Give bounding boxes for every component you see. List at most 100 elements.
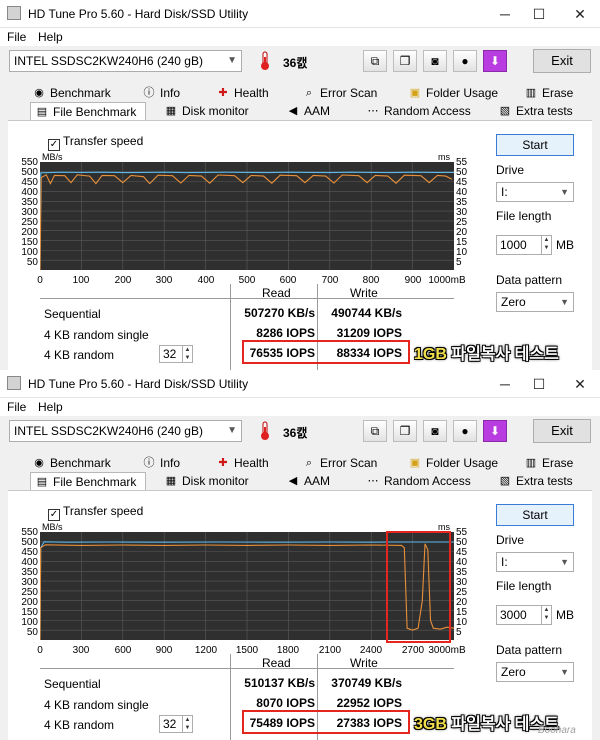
copy-all-icon[interactable]: ❐ [393, 50, 417, 72]
queue-depth-value: 32 [163, 717, 177, 731]
temperature-readout: 36캜 [283, 56, 308, 70]
tab-info[interactable]: ⓘ Info [138, 454, 181, 472]
window-3gb-test: HD Tune Pro 5.60 - Hard Disk/SSD Utility… [0, 370, 600, 740]
maximize-icon[interactable]: ☐ [524, 374, 554, 394]
disk-monitor-icon: ▦ [165, 105, 177, 117]
data-pattern-combo[interactable]: Zero ▼ [496, 292, 574, 312]
y-unit-ms: ms [438, 152, 450, 162]
file-length-stepper[interactable]: 3000 ▲ ▼ [496, 605, 552, 625]
tab-row-2: ▤ File Benchmark ▦ Disk monitor ◀ AAM ⋯ Rand… [0, 472, 600, 490]
transfer-speed-checkbox[interactable]: ✓ Transfer speed [48, 504, 143, 521]
tab-random-access[interactable]: ⋯ Random Access [362, 472, 471, 490]
queue-depth-stepper[interactable]: 32 ▲ ▼ [159, 345, 193, 363]
y-tick: 50 [26, 257, 38, 268]
mb-unit: MB [556, 608, 574, 622]
tab-row-2: ▤ File Benchmark ▦ Disk monitor ◀ AAM ⋯ Rand… [0, 102, 600, 120]
drive-combo[interactable]: I: ▼ [496, 182, 574, 202]
tab-health[interactable]: ✚ Health [212, 84, 268, 102]
benchmark-icon: ◉ [34, 87, 44, 99]
tab-extra-tests[interactable]: ▧ Extra tests [494, 472, 573, 490]
tab-label: Erase [542, 456, 574, 470]
tab-label: File Benchmark [53, 475, 137, 489]
file-length-stepper[interactable]: 1000 ▲ ▼ [496, 235, 552, 255]
copy-icon[interactable]: ⧉ [363, 50, 387, 72]
tab-erase[interactable]: ▥ Erase [520, 454, 574, 472]
file-length-value: 3000 [500, 608, 527, 622]
exit-button[interactable]: Exit [533, 419, 591, 443]
menu-file[interactable]: File [7, 30, 26, 44]
tab-error-scan[interactable]: ⌕ Error Scan [298, 84, 377, 102]
row-label-sequential: Sequential [44, 677, 101, 691]
app-icon [7, 376, 21, 390]
tab-file-benchmark[interactable]: ▤ File Benchmark [30, 472, 146, 490]
maximize-icon[interactable]: ☐ [524, 4, 554, 24]
tab-error-scan[interactable]: ⌕ Error Scan [298, 454, 377, 472]
stepper-arrows-icon[interactable]: ▲ ▼ [541, 236, 551, 254]
menu-file[interactable]: File [7, 400, 26, 414]
start-button[interactable]: Start [496, 504, 574, 526]
data-pattern-combo[interactable]: Zero ▼ [496, 662, 574, 682]
file-length-label: File length [496, 209, 552, 223]
start-button[interactable]: Start [496, 134, 574, 156]
tab-aam[interactable]: ◀ AAM [282, 472, 330, 490]
tab-file-benchmark[interactable]: ▤ File Benchmark [30, 102, 146, 120]
tab-erase[interactable]: ▥ Erase [520, 84, 574, 102]
tab-info[interactable]: ⓘ Info [138, 84, 181, 102]
col-header-write: Write [350, 656, 378, 670]
tab-random-access[interactable]: ⋯ Random Access [362, 102, 471, 120]
coins-icon[interactable]: ● [453, 50, 477, 72]
tab-folder-usage[interactable]: ▣ Folder Usage [404, 84, 498, 102]
single-read-value: 8070 IOPS [256, 696, 315, 710]
checkbox-label: Transfer speed [63, 134, 144, 148]
coins-icon[interactable]: ● [453, 420, 477, 442]
tab-aam[interactable]: ◀ AAM [282, 102, 330, 120]
camera-icon[interactable]: ◙ [423, 420, 447, 442]
caption-size: 1GB [414, 346, 447, 363]
drive-combo[interactable]: I: ▼ [496, 552, 574, 572]
minimize-icon[interactable]: ─ [490, 4, 520, 24]
camera-icon[interactable]: ◙ [423, 50, 447, 72]
tab-label: Info [160, 86, 181, 100]
chevron-down-icon: ▼ [227, 55, 237, 66]
tab-extra-tests[interactable]: ▧ Extra tests [494, 102, 573, 120]
stepper-arrows-icon[interactable]: ▲ ▼ [541, 606, 551, 624]
stepper-arrows-icon[interactable]: ▲ ▼ [182, 716, 192, 732]
tab-folder-usage[interactable]: ▣ Folder Usage [404, 454, 498, 472]
transfer-speed-checkbox[interactable]: ✓ Transfer speed [48, 134, 143, 151]
copy-all-icon[interactable]: ❐ [393, 420, 417, 442]
drive-select[interactable]: INTEL SSDSC2KW240H6 (240 gB) ▼ [9, 420, 242, 442]
close-icon[interactable]: ✕ [565, 374, 595, 394]
col-header-write: Write [350, 286, 378, 300]
menu-bar: File Help [0, 398, 600, 416]
close-icon[interactable]: ✕ [565, 4, 595, 24]
erase-icon: ▥ [525, 87, 537, 99]
exit-button[interactable]: Exit [533, 49, 591, 73]
menu-help[interactable]: Help [38, 30, 63, 44]
queue-depth-stepper[interactable]: 32 ▲ ▼ [159, 715, 193, 733]
row-label-4kb-random: 4 KB random [44, 718, 115, 732]
tab-disk-monitor[interactable]: ▦ Disk monitor [160, 102, 249, 120]
tab-label: Benchmark [50, 86, 111, 100]
menu-help[interactable]: Help [38, 400, 63, 414]
window-title: HD Tune Pro 5.60 - Hard Disk/SSD Utility [28, 377, 249, 391]
tab-label: Extra tests [516, 474, 573, 488]
thermometer-icon [261, 51, 269, 70]
download-icon[interactable]: ⬇ [483, 50, 507, 72]
health-icon: ✚ [218, 87, 228, 99]
drive-select[interactable]: INTEL SSDSC2KW240H6 (240 gB) ▼ [9, 50, 242, 72]
drive-select-value: INTEL SSDSC2KW240H6 (240 gB) [14, 54, 203, 68]
row-label-sequential: Sequential [44, 307, 101, 321]
results-table: Read Write Sequential 4 KB random single… [40, 654, 454, 740]
tab-benchmark[interactable]: ◉ Benchmark [28, 84, 111, 102]
mb-unit: MB [556, 238, 574, 252]
tab-label: Disk monitor [182, 474, 249, 488]
copy-icon[interactable]: ⧉ [363, 420, 387, 442]
minimize-icon[interactable]: ─ [490, 374, 520, 394]
tab-disk-monitor[interactable]: ▦ Disk monitor [160, 472, 249, 490]
tab-benchmark[interactable]: ◉ Benchmark [28, 454, 111, 472]
data-pattern-label: Data pattern [496, 273, 563, 287]
tab-health[interactable]: ✚ Health [212, 454, 268, 472]
download-icon[interactable]: ⬇ [483, 420, 507, 442]
tab-label: Folder Usage [426, 456, 499, 470]
stepper-arrows-icon[interactable]: ▲ ▼ [182, 346, 192, 362]
